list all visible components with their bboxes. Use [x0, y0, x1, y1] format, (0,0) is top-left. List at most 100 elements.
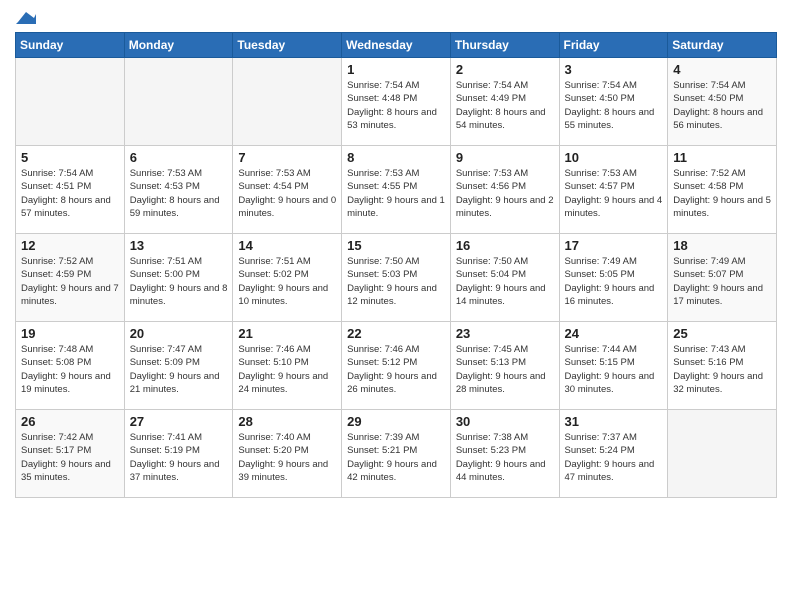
calendar-cell	[16, 58, 125, 146]
day-info: Sunrise: 7:51 AMSunset: 5:00 PMDaylight:…	[130, 255, 228, 308]
day-info: Sunrise: 7:52 AMSunset: 4:59 PMDaylight:…	[21, 255, 119, 308]
calendar-cell: 15 Sunrise: 7:50 AMSunset: 5:03 PMDayligh…	[342, 234, 451, 322]
weekday-header: Saturday	[668, 33, 777, 58]
calendar-cell: 24 Sunrise: 7:44 AMSunset: 5:15 PMDayligh…	[559, 322, 668, 410]
day-number: 24	[565, 326, 663, 341]
calendar-cell: 9 Sunrise: 7:53 AMSunset: 4:56 PMDaylight…	[450, 146, 559, 234]
day-info: Sunrise: 7:49 AMSunset: 5:07 PMDaylight:…	[673, 255, 771, 308]
day-number: 18	[673, 238, 771, 253]
day-number: 4	[673, 62, 771, 77]
day-info: Sunrise: 7:53 AMSunset: 4:56 PMDaylight:…	[456, 167, 554, 220]
calendar-cell	[233, 58, 342, 146]
day-number: 23	[456, 326, 554, 341]
calendar-cell: 17Sunrise: 7:49 AMSunset: 5:05 PMDayligh…	[559, 234, 668, 322]
calendar-week-row: 1 Sunrise: 7:54 AMSunset: 4:48 PMDaylight…	[16, 58, 777, 146]
page-header	[15, 10, 777, 24]
day-info: Sunrise: 7:48 AMSunset: 5:08 PMDaylight:…	[21, 343, 119, 396]
day-info: Sunrise: 7:40 AMSunset: 5:20 PMDaylight:…	[238, 431, 336, 484]
weekday-header: Monday	[124, 33, 233, 58]
calendar-cell: 4 Sunrise: 7:54 AMSunset: 4:50 PMDaylight…	[668, 58, 777, 146]
calendar-cell: 28 Sunrise: 7:40 AMSunset: 5:20 PMDayligh…	[233, 410, 342, 498]
day-number: 9	[456, 150, 554, 165]
calendar-table: SundayMondayTuesdayWednesdayThursdayFrid…	[15, 32, 777, 498]
day-number: 2	[456, 62, 554, 77]
calendar-cell: 29 Sunrise: 7:39 AMSunset: 5:21 PMDayligh…	[342, 410, 451, 498]
day-info: Sunrise: 7:41 AMSunset: 5:19 PMDaylight:…	[130, 431, 228, 484]
calendar-cell: 22 Sunrise: 7:46 AMSunset: 5:12 PMDayligh…	[342, 322, 451, 410]
day-info: Sunrise: 7:54 AMSunset: 4:50 PMDaylight:…	[673, 79, 771, 132]
calendar-cell: 8Sunrise: 7:53 AMSunset: 4:55 PMDaylight…	[342, 146, 451, 234]
day-number: 31	[565, 414, 663, 429]
day-info: Sunrise: 7:38 AMSunset: 5:23 PMDaylight:…	[456, 431, 554, 484]
calendar-week-row: 19 Sunrise: 7:48 AMSunset: 5:08 PMDayligh…	[16, 322, 777, 410]
day-info: Sunrise: 7:47 AMSunset: 5:09 PMDaylight:…	[130, 343, 228, 396]
weekday-header: Thursday	[450, 33, 559, 58]
day-number: 19	[21, 326, 119, 341]
day-info: Sunrise: 7:46 AMSunset: 5:12 PMDaylight:…	[347, 343, 445, 396]
day-info: Sunrise: 7:51 AMSunset: 5:02 PMDaylight:…	[238, 255, 336, 308]
day-number: 13	[130, 238, 228, 253]
day-number: 7	[238, 150, 336, 165]
calendar-cell: 14Sunrise: 7:51 AMSunset: 5:02 PMDayligh…	[233, 234, 342, 322]
calendar-cell: 26Sunrise: 7:42 AMSunset: 5:17 PMDayligh…	[16, 410, 125, 498]
day-info: Sunrise: 7:39 AMSunset: 5:21 PMDaylight:…	[347, 431, 445, 484]
day-info: Sunrise: 7:53 AMSunset: 4:55 PMDaylight:…	[347, 167, 445, 220]
day-info: Sunrise: 7:54 AMSunset: 4:48 PMDaylight:…	[347, 79, 445, 132]
day-number: 3	[565, 62, 663, 77]
calendar-cell: 20 Sunrise: 7:47 AMSunset: 5:09 PMDayligh…	[124, 322, 233, 410]
day-number: 6	[130, 150, 228, 165]
day-info: Sunrise: 7:53 AMSunset: 4:53 PMDaylight:…	[130, 167, 228, 220]
day-info: Sunrise: 7:54 AMSunset: 4:50 PMDaylight:…	[565, 79, 663, 132]
day-info: Sunrise: 7:49 AMSunset: 5:05 PMDaylight:…	[565, 255, 663, 308]
weekday-header: Tuesday	[233, 33, 342, 58]
day-info: Sunrise: 7:43 AMSunset: 5:16 PMDaylight:…	[673, 343, 771, 396]
day-info: Sunrise: 7:52 AMSunset: 4:58 PMDaylight:…	[673, 167, 771, 220]
calendar-cell: 13 Sunrise: 7:51 AMSunset: 5:00 PMDayligh…	[124, 234, 233, 322]
calendar-cell: 3 Sunrise: 7:54 AMSunset: 4:50 PMDaylight…	[559, 58, 668, 146]
weekday-header: Sunday	[16, 33, 125, 58]
day-number: 15	[347, 238, 445, 253]
day-number: 20	[130, 326, 228, 341]
day-info: Sunrise: 7:54 AMSunset: 4:49 PMDaylight:…	[456, 79, 554, 132]
weekday-header: Wednesday	[342, 33, 451, 58]
day-number: 5	[21, 150, 119, 165]
day-number: 1	[347, 62, 445, 77]
calendar-cell: 21Sunrise: 7:46 AMSunset: 5:10 PMDayligh…	[233, 322, 342, 410]
logo	[15, 10, 36, 24]
day-info: Sunrise: 7:37 AMSunset: 5:24 PMDaylight:…	[565, 431, 663, 484]
calendar-cell: 12 Sunrise: 7:52 AMSunset: 4:59 PMDayligh…	[16, 234, 125, 322]
day-info: Sunrise: 7:50 AMSunset: 5:03 PMDaylight:…	[347, 255, 445, 308]
day-info: Sunrise: 7:53 AMSunset: 4:54 PMDaylight:…	[238, 167, 336, 220]
day-info: Sunrise: 7:53 AMSunset: 4:57 PMDaylight:…	[565, 167, 663, 220]
calendar-cell: 18 Sunrise: 7:49 AMSunset: 5:07 PMDayligh…	[668, 234, 777, 322]
calendar-cell: 6 Sunrise: 7:53 AMSunset: 4:53 PMDaylight…	[124, 146, 233, 234]
day-info: Sunrise: 7:44 AMSunset: 5:15 PMDaylight:…	[565, 343, 663, 396]
day-info: Sunrise: 7:46 AMSunset: 5:10 PMDaylight:…	[238, 343, 336, 396]
calendar-cell: 10Sunrise: 7:53 AMSunset: 4:57 PMDayligh…	[559, 146, 668, 234]
calendar-cell: 16 Sunrise: 7:50 AMSunset: 5:04 PMDayligh…	[450, 234, 559, 322]
day-number: 28	[238, 414, 336, 429]
calendar-cell: 19 Sunrise: 7:48 AMSunset: 5:08 PMDayligh…	[16, 322, 125, 410]
day-number: 29	[347, 414, 445, 429]
day-info: Sunrise: 7:50 AMSunset: 5:04 PMDaylight:…	[456, 255, 554, 308]
weekday-header-row: SundayMondayTuesdayWednesdayThursdayFrid…	[16, 33, 777, 58]
calendar-week-row: 26Sunrise: 7:42 AMSunset: 5:17 PMDayligh…	[16, 410, 777, 498]
day-number: 12	[21, 238, 119, 253]
weekday-header: Friday	[559, 33, 668, 58]
calendar-week-row: 12 Sunrise: 7:52 AMSunset: 4:59 PMDayligh…	[16, 234, 777, 322]
day-number: 22	[347, 326, 445, 341]
calendar-cell	[668, 410, 777, 498]
calendar-cell: 27Sunrise: 7:41 AMSunset: 5:19 PMDayligh…	[124, 410, 233, 498]
day-number: 16	[456, 238, 554, 253]
calendar-cell	[124, 58, 233, 146]
calendar-cell: 5 Sunrise: 7:54 AMSunset: 4:51 PMDaylight…	[16, 146, 125, 234]
calendar-cell: 31 Sunrise: 7:37 AMSunset: 5:24 PMDayligh…	[559, 410, 668, 498]
calendar-cell: 23 Sunrise: 7:45 AMSunset: 5:13 PMDayligh…	[450, 322, 559, 410]
day-info: Sunrise: 7:54 AMSunset: 4:51 PMDaylight:…	[21, 167, 119, 220]
calendar-cell: 1 Sunrise: 7:54 AMSunset: 4:48 PMDaylight…	[342, 58, 451, 146]
day-info: Sunrise: 7:45 AMSunset: 5:13 PMDaylight:…	[456, 343, 554, 396]
calendar-cell: 2 Sunrise: 7:54 AMSunset: 4:49 PMDaylight…	[450, 58, 559, 146]
logo-icon	[16, 10, 36, 24]
calendar-cell: 25 Sunrise: 7:43 AMSunset: 5:16 PMDayligh…	[668, 322, 777, 410]
day-number: 25	[673, 326, 771, 341]
